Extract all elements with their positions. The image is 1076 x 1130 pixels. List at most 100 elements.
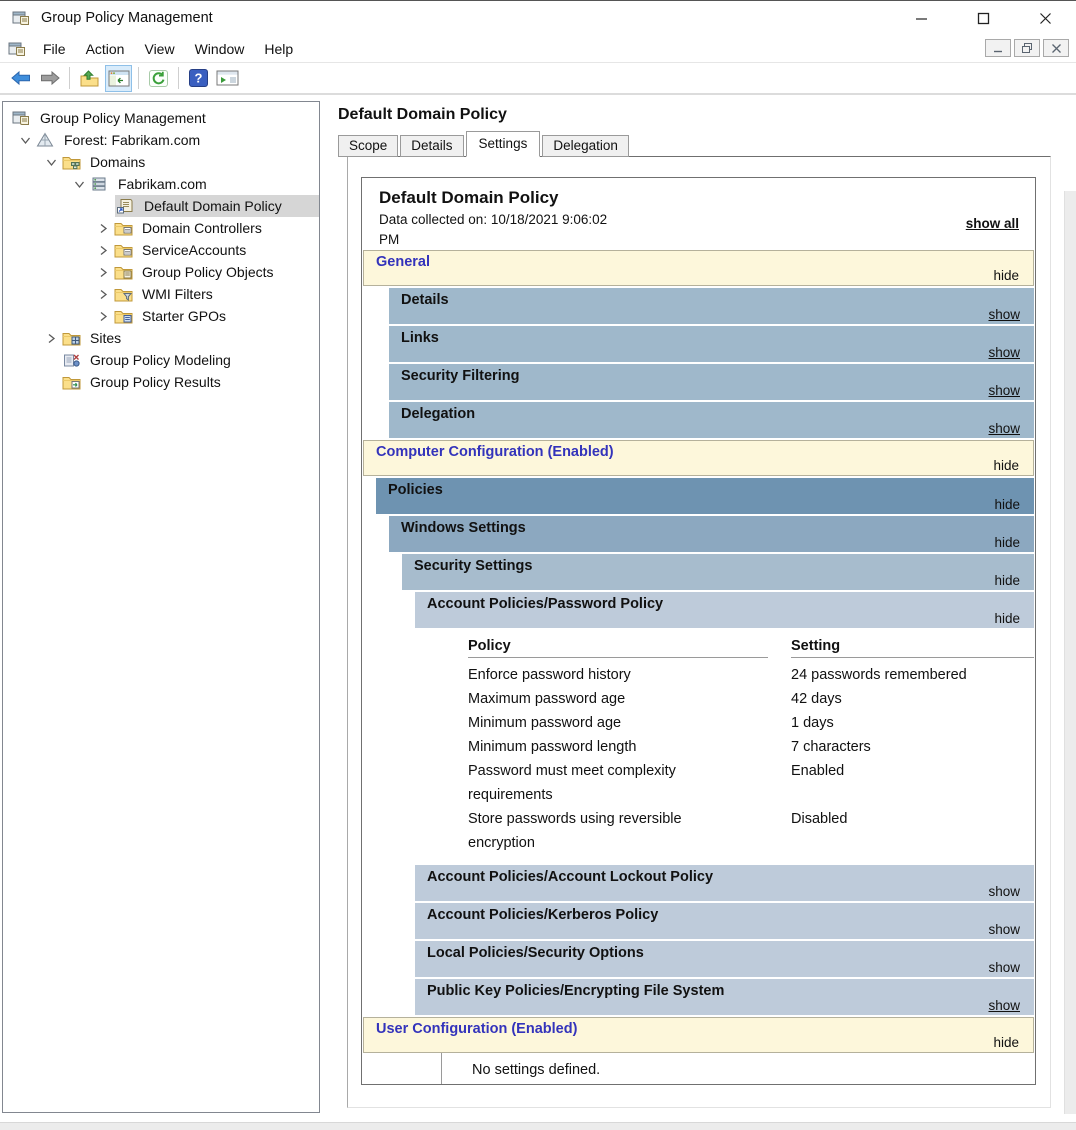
tree-item-body: WMI Filters <box>113 283 319 305</box>
chevron-right-icon[interactable] <box>93 308 113 324</box>
tree-item-fabrikam-com[interactable]: Fabrikam.com <box>3 173 319 195</box>
child-close-button[interactable] <box>1043 39 1069 57</box>
show-link[interactable]: show <box>988 922 1020 937</box>
hide-link[interactable]: hide <box>994 611 1020 626</box>
show-link[interactable]: show <box>988 383 1020 398</box>
section-label: Links <box>389 326 1034 346</box>
show-link[interactable]: show <box>988 307 1020 322</box>
policy-cell: Maximum password age <box>468 687 768 711</box>
section-computer-configuration-enabled: Computer Configuration (Enabled)hide <box>363 440 1034 476</box>
section-label: Delegation <box>389 402 1034 422</box>
tree-item-label: Group Policy Modeling <box>86 352 235 368</box>
window-bottom-strip <box>0 1122 1076 1130</box>
show-link[interactable]: show <box>988 345 1020 360</box>
show-link[interactable]: show <box>988 884 1020 899</box>
chevron-right-icon[interactable] <box>93 264 113 280</box>
chevron-right-icon[interactable] <box>93 242 113 258</box>
tree-item-label: Group Policy Management <box>36 110 210 126</box>
policy-cell: Minimum password age <box>468 711 768 735</box>
section-label: Account Policies/Kerberos Policy <box>415 903 1034 923</box>
back-icon[interactable] <box>7 65 34 92</box>
tree-item-body: Forest: Fabrikam.com <box>35 129 319 151</box>
section-security-filtering: Security Filteringshow <box>389 364 1034 400</box>
tab-scope[interactable]: Scope <box>338 135 398 157</box>
chevron-down-icon[interactable] <box>41 154 61 170</box>
tree-item-label: Default Domain Policy <box>140 198 286 214</box>
help-icon[interactable]: ? <box>185 65 212 92</box>
show-link[interactable]: show <box>988 998 1020 1013</box>
menu-help[interactable]: Help <box>254 38 303 60</box>
menu-window[interactable]: Window <box>185 38 255 60</box>
child-restore-button[interactable] <box>1014 39 1040 57</box>
chevron-down-icon[interactable] <box>15 132 35 148</box>
hide-link[interactable]: hide <box>993 458 1019 473</box>
tree-item-starter-gpos[interactable]: Starter GPOs <box>3 305 319 327</box>
tree-item-domain-controllers[interactable]: Domain Controllers <box>3 217 319 239</box>
setting-cell: 42 days <box>791 687 1034 711</box>
tree-item-body: ServiceAccounts <box>113 239 319 261</box>
ou-folder-icon <box>113 220 133 236</box>
menu-items: FileActionViewWindowHelp <box>33 38 303 60</box>
tree-item-serviceaccounts[interactable]: ServiceAccounts <box>3 239 319 261</box>
tree-item-default-domain-policy[interactable]: Default Domain Policy <box>3 195 319 217</box>
hide-link[interactable]: hide <box>994 573 1020 588</box>
child-minimize-button[interactable] <box>985 39 1011 57</box>
toolbar-separator <box>138 67 139 89</box>
tree-item-body: Group Policy Management <box>11 107 319 129</box>
sites-folder-icon <box>61 330 81 346</box>
minimize-button[interactable] <box>890 1 952 35</box>
chevron-right-icon[interactable] <box>41 330 61 346</box>
tree-item-label: Starter GPOs <box>138 308 230 324</box>
menu-action[interactable]: Action <box>76 38 135 60</box>
chevron-right-icon[interactable] <box>93 286 113 302</box>
hide-link[interactable]: hide <box>993 268 1019 283</box>
no-settings-text: No settings defined. <box>442 1053 600 1085</box>
show-link[interactable]: show <box>988 960 1020 975</box>
toolbar-separator <box>69 67 70 89</box>
tree-item-group-policy-modeling[interactable]: Group Policy Modeling <box>3 349 319 371</box>
gpo-folder-icon <box>113 264 133 280</box>
gpmc-app-icon <box>10 9 32 27</box>
domains-folder-icon <box>61 154 81 170</box>
svg-text:?: ? <box>195 71 203 86</box>
section-account-policies-account-lockout-policy: Account Policies/Account Lockout Policys… <box>415 865 1034 901</box>
no-settings-spacer-cell <box>363 1053 442 1085</box>
console-tree-toggle-icon[interactable] <box>105 65 132 92</box>
forward-icon[interactable] <box>36 65 63 92</box>
menu-file[interactable]: File <box>33 38 76 60</box>
gpmc-window: { "window": { "title": "Group Policy Man… <box>0 0 1076 1130</box>
menu-view[interactable]: View <box>134 38 184 60</box>
tree-item-group-policy-results[interactable]: Group Policy Results <box>3 371 319 393</box>
section-label: Account Policies/Account Lockout Policy <box>415 865 1034 885</box>
tree-item-label: Domains <box>86 154 149 170</box>
up-folder-icon[interactable] <box>76 65 103 92</box>
tree-item-sites[interactable]: Sites <box>3 327 319 349</box>
tree-item-domains[interactable]: Domains <box>3 151 319 173</box>
maximize-button[interactable] <box>952 1 1014 35</box>
hide-link[interactable]: hide <box>994 535 1020 550</box>
table-header-policy: Policy <box>468 636 768 658</box>
tree-item-group-policy-management[interactable]: Group Policy Management <box>3 107 319 129</box>
content-pane: Default Domain Policy ScopeDetailsSettin… <box>332 96 1054 1113</box>
tab-settings[interactable]: Settings <box>466 131 541 157</box>
tree-item-group-policy-objects[interactable]: Group Policy Objects <box>3 261 319 283</box>
title-bar: Group Policy Management <box>0 1 1076 35</box>
refresh-icon[interactable] <box>145 65 172 92</box>
section-account-policies-kerberos-policy: Account Policies/Kerberos Policyshow <box>415 903 1034 939</box>
chevron-down-icon[interactable] <box>69 176 89 192</box>
policy-cell: Minimum password length <box>468 735 768 759</box>
tab-details[interactable]: Details <box>400 135 463 157</box>
close-button[interactable] <box>1014 1 1076 35</box>
section-account-policies-password-policy: Account Policies/Password Policyhide <box>415 592 1034 628</box>
tree-item-wmi-filters[interactable]: WMI Filters <box>3 283 319 305</box>
hide-link[interactable]: hide <box>993 1035 1019 1050</box>
chevron-right-icon[interactable] <box>93 220 113 236</box>
show-link[interactable]: show <box>988 421 1020 436</box>
tab-delegation[interactable]: Delegation <box>542 135 629 157</box>
tree-item-forest-fabrikam-com[interactable]: Forest: Fabrikam.com <box>3 129 319 151</box>
hide-link[interactable]: hide <box>994 497 1020 512</box>
tree-item-label: Sites <box>86 330 125 346</box>
action-pane-icon[interactable] <box>214 65 241 92</box>
password-policy-table: PolicySettingEnforce password history24 … <box>455 628 1034 863</box>
show-all-link[interactable]: show all <box>966 216 1019 231</box>
